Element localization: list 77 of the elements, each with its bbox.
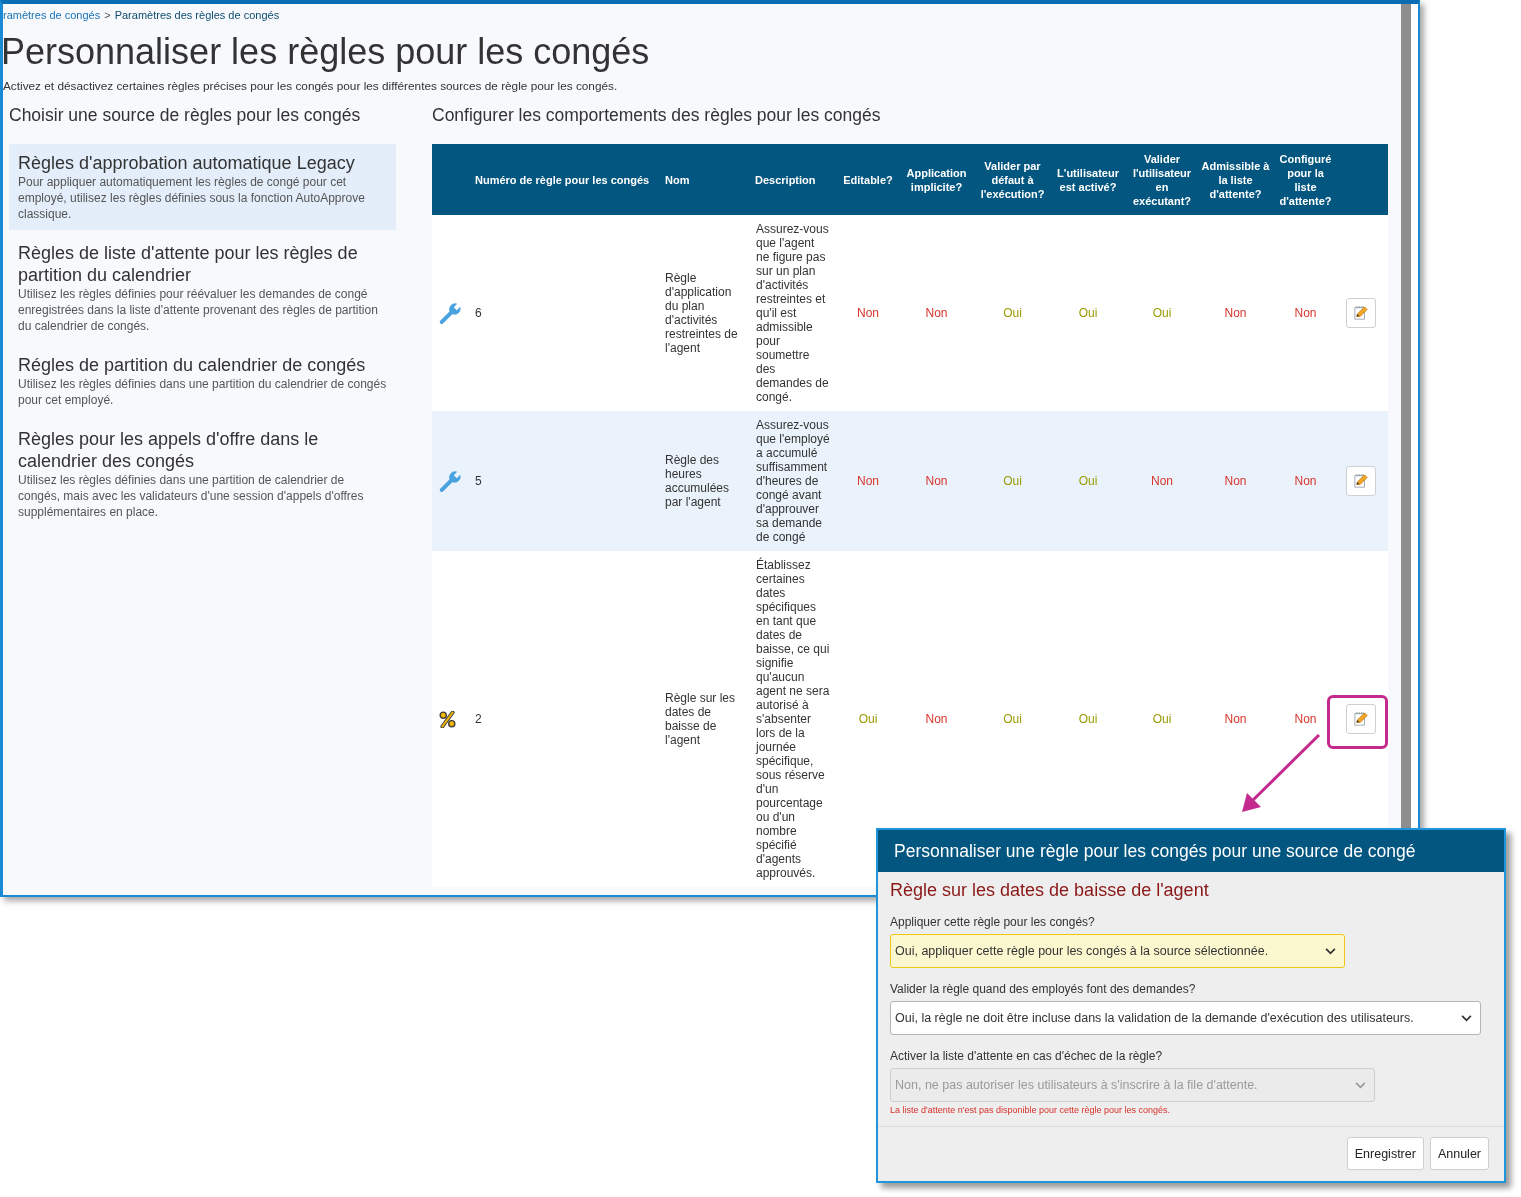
source-description: Utilisez les règles définies pour réévaluer les demandes de congé enregistrées dans la liste d'attente provenant des règles de partition du calendrier de congés. — [18, 286, 379, 334]
flag-value: Non — [857, 474, 879, 488]
notepad-pencil-icon — [1354, 712, 1368, 726]
column-header: Nom — [665, 172, 690, 187]
column-header: Editable? — [843, 172, 893, 187]
dropdown: Non, ne pas autoriser les utilisateurs à s'inscrire à la file d'attente. — [890, 1068, 1375, 1102]
dropdown[interactable]: Oui, appliquer cette règle pour les congés à la source sélectionnée. — [890, 934, 1345, 968]
flag-value: Oui — [1003, 306, 1022, 320]
rule-number: 2 — [475, 712, 482, 726]
flag-value: Non — [1151, 474, 1173, 488]
wrench-icon — [439, 470, 461, 492]
page-title: Personnaliser les règles pour les congés — [3, 32, 651, 72]
rule-number: 6 — [475, 306, 482, 320]
percent-icon — [439, 710, 456, 728]
field-label: Valider la règle quand des employés font des demandes? — [890, 981, 1197, 997]
flag-value: Non — [1224, 474, 1247, 488]
column-header: Valider l'utilisateur en exécutant? — [1131, 151, 1193, 208]
breadcrumb-current: Paramètres des règles de congés — [114, 9, 280, 21]
column-header: Description — [755, 172, 816, 187]
column-header: Configuré pour la liste d'attente? — [1278, 151, 1333, 208]
chevron-down-icon — [1461, 1014, 1472, 1022]
source-description: Pour appliquer automatiquement les règles de congé pour cet employé, utilisez les règles définies sous la fonction AutoApprove classique. — [18, 174, 366, 222]
section-heading: Configurer les comportements des règles pour les congés — [432, 104, 882, 126]
breadcrumb-link[interactable]: ramètres de congés — [3, 9, 101, 21]
column-header: L'utilisateur est activé? — [1056, 165, 1120, 194]
field-label: Activer la liste d'attente en cas d'échec de la règle? — [890, 1048, 1164, 1064]
column-header: Numéro de règle pour les congés — [475, 172, 650, 187]
source-title: Règles pour les appels d'offre dans le calendrier des congés — [18, 428, 320, 472]
flag-value: Non — [1224, 306, 1247, 320]
source-title: Régles de partition du calendrier de congés — [18, 354, 367, 376]
page-subtitle: Activez et désactivez certaines règles précises pour les congés pour les différentes sources de règle pour les congés. — [3, 78, 619, 94]
flag-value: Oui — [1078, 712, 1098, 726]
chevron-down-icon — [1355, 1081, 1366, 1089]
flag-value: Non — [1294, 474, 1317, 488]
flag-value: Non — [925, 712, 948, 726]
rule-name: Règle d'application du plan d'activités restreintes de l'agent — [665, 271, 739, 355]
flag-value: Oui — [1152, 306, 1172, 320]
flag-value: Non — [857, 306, 879, 320]
breadcrumb-separator: > — [104, 9, 111, 21]
flag-value: Oui — [1152, 712, 1172, 726]
wrench-icon — [439, 302, 461, 324]
error-message: La liste d'attente n'est pas disponible pour cette règle pour les congés. — [890, 1104, 1172, 1116]
chevron-down-icon — [1325, 947, 1336, 955]
rule-source-item[interactable]: Régles de partition du calendrier de congés Utilisez les règles définies dans une partition du calendrier de congés pour cet employé. — [9, 346, 396, 416]
dialog-title: Personnaliser une règle pour les congés pour une source de congé — [894, 840, 1416, 862]
section-heading: Choisir une source de règles pour les congés — [9, 104, 362, 126]
field-label: Appliquer cette règle pour les congés? — [890, 914, 1096, 930]
flag-value: Oui — [1078, 306, 1098, 320]
rule-number: 5 — [475, 474, 482, 488]
column-header: Application implicite? — [905, 165, 968, 194]
dialog-button[interactable]: Enregistrer — [1346, 1137, 1424, 1170]
rule-name: Règle sur les dates de baisse de l'agent — [665, 691, 737, 747]
column-header: Admissible à la liste d'attente? — [1201, 158, 1270, 201]
flag-value: Non — [1224, 712, 1247, 726]
notepad-pencil-icon — [1354, 306, 1368, 320]
rule-title: Règle sur les dates de baisse de l'agent — [890, 879, 1210, 902]
rule-source-item[interactable]: Règles d'approbation automatique Legacy Pour appliquer automatiquement les règles de congé pour cet employé, utilisez les règles définies sous la fonction AutoApprove classique. — [9, 144, 396, 230]
notepad-pencil-icon — [1354, 474, 1368, 488]
rule-name: Règle des heures accumulées par l'agent — [665, 453, 731, 509]
flag-value: Non — [1294, 306, 1317, 320]
flag-value: Non — [925, 306, 948, 320]
rule-description: Assurez-vous que l'employé a accumulé suffisamment d'heures de congé avant d'approuver sa demande de congé — [756, 418, 830, 544]
source-description: Utilisez les règles définies dans une partition de calendrier de congés, mais avec les validateurs d'une session d'appels d'offres supplémentaires en place. — [18, 472, 365, 520]
flag-value: Oui — [1078, 474, 1098, 488]
column-header: Valider par défaut à l'exécution? — [979, 158, 1046, 201]
source-description: Utilisez les règles définies dans une partition du calendrier de congés pour cet employé. — [18, 376, 387, 408]
flag-value: Oui — [858, 712, 878, 726]
flag-value: Oui — [1003, 474, 1022, 488]
flag-value: Non — [925, 474, 948, 488]
dialog-button[interactable]: Annuler — [1429, 1137, 1489, 1170]
rule-description: Établissez certaines dates spécifiques en tant que dates de baisse, ce qui signifie qu'aucun agent ne sera autorisé à s'absenter lors de la journée spécifique, sous réserve d'un pourcentage ou d'un nombre spécifié d'agents approuvés. — [756, 558, 830, 880]
dropdown[interactable]: Oui, la règle ne doit être incluse dans la validation de la demande d'exécution des utilisateurs. — [890, 1001, 1481, 1035]
rule-description: Assurez-vous que l'agent ne figure pas sur un plan d'activités restreintes et qu'il est admissible pour soumettre des demandes de congé. — [756, 222, 830, 404]
source-title: Règles de liste d'attente pour les règles de partition du calendrier — [18, 242, 359, 286]
flag-value: Non — [1294, 712, 1317, 726]
flag-value: Oui — [1003, 712, 1022, 726]
source-title: Règles d'approbation automatique Legacy — [18, 152, 356, 174]
